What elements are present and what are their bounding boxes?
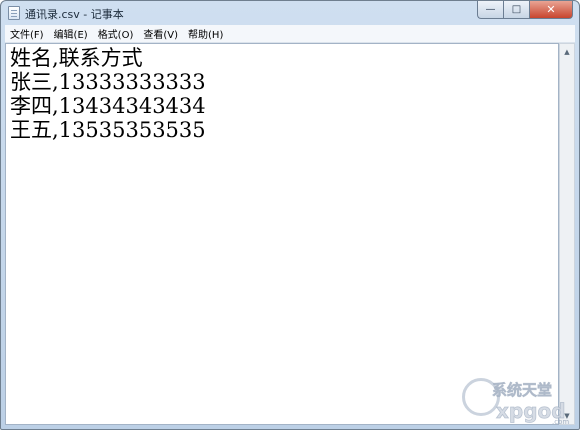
text-editor[interactable]: 姓名,联系方式 张三,13333333333 李四,13434343434 王五…	[5, 43, 559, 425]
minimize-button[interactable]: —	[477, 1, 503, 19]
text-line: 王五,13535353535	[10, 118, 206, 142]
menu-view[interactable]: 查看(V)	[138, 26, 183, 41]
caption-buttons: — □ ✕	[477, 1, 573, 20]
notepad-window: 通讯录.csv - 记事本 — □ ✕ 文件(F) 编辑(E) 格式(O) 查看…	[0, 0, 580, 430]
maximize-button[interactable]: □	[503, 1, 529, 19]
text-line: 李四,13434343434	[10, 94, 206, 118]
scroll-up-arrow-icon[interactable]: ▲	[560, 44, 574, 60]
close-button[interactable]: ✕	[529, 1, 573, 19]
menu-bar: 文件(F) 编辑(E) 格式(O) 查看(V) 帮助(H)	[5, 25, 575, 43]
text-line-header: 姓名,联系方式	[10, 46, 143, 70]
menu-file[interactable]: 文件(F)	[5, 26, 49, 41]
minimize-icon: —	[485, 4, 496, 15]
window-title: 通讯录.csv - 记事本	[25, 8, 124, 21]
notepad-icon[interactable]	[8, 6, 20, 20]
title-bar[interactable]: 通讯录.csv - 记事本 — □ ✕	[1, 1, 579, 25]
vertical-scrollbar[interactable]: ▲ ▼	[559, 43, 575, 425]
text-line: 张三,13333333333	[10, 70, 206, 94]
close-icon: ✕	[546, 3, 556, 16]
watermark-suffix: .com	[552, 418, 569, 426]
watermark: 系统天堂 xpgod .com	[462, 378, 574, 426]
maximize-icon: □	[511, 4, 522, 15]
menu-help[interactable]: 帮助(H)	[183, 26, 228, 41]
watermark-text-graphic: 系统天堂 xpgod .com	[492, 381, 570, 426]
menu-format[interactable]: 格式(O)	[93, 26, 139, 41]
menu-edit[interactable]: 编辑(E)	[49, 26, 93, 41]
watermark-top: 系统天堂	[492, 381, 552, 399]
